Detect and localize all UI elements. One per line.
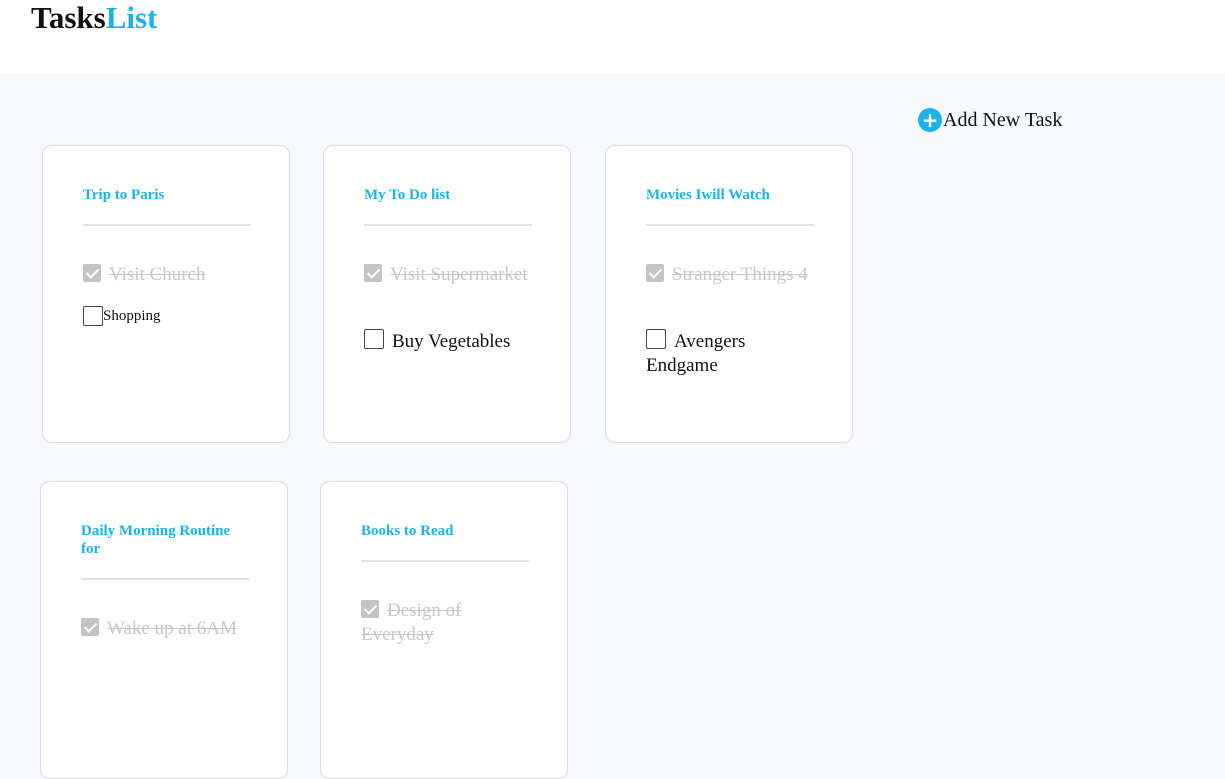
task-label: Wake up at 6AM xyxy=(107,618,237,639)
card-divider xyxy=(83,224,251,226)
task-label: Shopping xyxy=(103,308,161,324)
task-checkbox-checked[interactable] xyxy=(361,600,379,618)
add-new-task-button[interactable]: + Add New Task xyxy=(918,107,1062,132)
task-card-my-to-do-list: My To Do list Visit Supermarket Buy Vege… xyxy=(323,145,571,443)
task-checkbox-checked[interactable] xyxy=(83,264,101,282)
card-title: Movies Iwill Watch xyxy=(646,187,770,203)
card-title: Daily Morning Routine for xyxy=(81,523,231,557)
card-title: Trip to Paris xyxy=(83,187,165,203)
card-divider xyxy=(361,560,529,562)
card-divider xyxy=(646,224,814,226)
task-label: Buy Vegetables xyxy=(392,331,511,352)
task-label: Visit Supermarket xyxy=(390,264,528,285)
task-checkbox[interactable] xyxy=(646,329,666,349)
task-card-daily-morning-routine: Daily Morning Routine for Wake up at 6AM xyxy=(40,481,288,779)
card-title: Books to Read xyxy=(361,523,454,539)
add-new-task-label: Add New Task xyxy=(943,109,1063,131)
task-checkbox[interactable] xyxy=(83,306,103,326)
task-checkbox-checked[interactable] xyxy=(81,618,99,636)
card-divider xyxy=(364,224,532,226)
task-label: Visit Church xyxy=(109,264,206,285)
app-logo[interactable]: TasksList xyxy=(31,1,157,35)
task-checkbox[interactable] xyxy=(364,329,384,349)
task-card-movies: Movies Iwill Watch Stranger Things 4 Ave… xyxy=(605,145,853,443)
task-checkbox-checked[interactable] xyxy=(364,264,382,282)
top-bar: TasksList xyxy=(0,0,1225,73)
task-item: Visit Church xyxy=(83,263,253,287)
task-item: Visit Supermarket xyxy=(364,263,534,287)
card-divider xyxy=(81,578,249,580)
task-item: Wake up at 6AM xyxy=(81,617,251,641)
logo-text-tasks: Tasks xyxy=(31,0,106,35)
task-checkbox-checked[interactable] xyxy=(646,264,664,282)
task-item: Stranger Things 4 xyxy=(646,263,816,287)
task-card-books-to-read: Books to Read Design of Everyday xyxy=(320,481,568,779)
task-item: Design of Everyday xyxy=(361,599,531,647)
task-item: Shopping xyxy=(83,304,253,328)
task-card-trip-to-paris: Trip to Paris Visit Church Shopping xyxy=(42,145,290,443)
plus-circle-icon: + xyxy=(918,107,942,132)
task-item: Buy Vegetables xyxy=(364,329,534,354)
logo-text-list: List xyxy=(105,0,158,35)
card-title: My To Do list xyxy=(364,187,451,203)
task-label: Stranger Things 4 xyxy=(672,264,808,285)
task-item: Avengers Endgame xyxy=(646,329,816,378)
